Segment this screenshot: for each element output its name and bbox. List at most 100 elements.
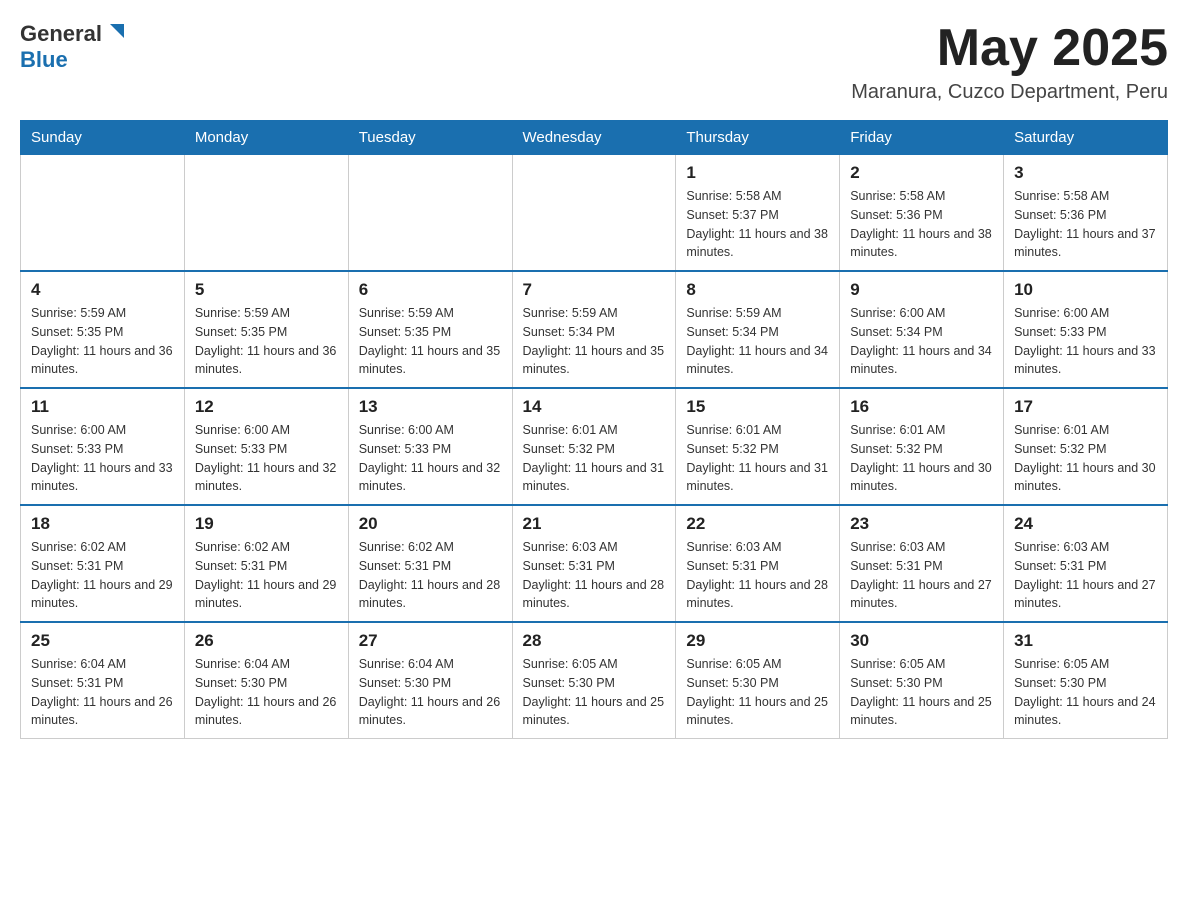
calendar-week-row: 25Sunrise: 6:04 AM Sunset: 5:31 PM Dayli… bbox=[21, 622, 1168, 739]
calendar-cell: 19Sunrise: 6:02 AM Sunset: 5:31 PM Dayli… bbox=[184, 505, 348, 622]
day-number: 16 bbox=[850, 397, 993, 417]
calendar-cell: 9 Sunrise: 6:00 AM Sunset: 5:34 PM Daylig… bbox=[840, 271, 1004, 388]
calendar-cell: 5 Sunrise: 5:59 AM Sunset: 5:35 PM Daylig… bbox=[184, 271, 348, 388]
month-year-title: May 2025 bbox=[851, 20, 1168, 77]
calendar-cell: 4Sunrise: 5:59 AM Sunset: 5:35 PM Daylig… bbox=[21, 271, 185, 388]
day-info: Sunrise: 5:59 AM Sunset: 5:34 PM Dayligh… bbox=[686, 304, 829, 379]
day-number: 30 bbox=[850, 631, 993, 651]
calendar-cell: 13 Sunrise: 6:00 AM Sunset: 5:33 PM Dayli… bbox=[348, 388, 512, 505]
day-info: Sunrise: 6:00 AM Sunset: 5:34 PM Dayligh… bbox=[850, 304, 993, 379]
logo-blue: Blue bbox=[20, 47, 128, 73]
day-number: 2 bbox=[850, 163, 993, 183]
calendar-cell: 11 Sunrise: 6:00 AM Sunset: 5:33 PM Dayli… bbox=[21, 388, 185, 505]
weekday-header-sunday: Sunday bbox=[21, 121, 185, 155]
location-subtitle: Maranura, Cuzco Department, Peru bbox=[851, 81, 1168, 104]
calendar-cell: 22Sunrise: 6:03 AM Sunset: 5:31 PM Dayli… bbox=[676, 505, 840, 622]
day-number: 14 bbox=[523, 397, 666, 417]
day-number: 13 bbox=[359, 397, 502, 417]
day-number: 23 bbox=[850, 514, 993, 534]
calendar-week-row: 4Sunrise: 5:59 AM Sunset: 5:35 PM Daylig… bbox=[21, 271, 1168, 388]
day-number: 17 bbox=[1014, 397, 1157, 417]
day-number: 26 bbox=[195, 631, 338, 651]
calendar-week-row: 11 Sunrise: 6:00 AM Sunset: 5:33 PM Dayli… bbox=[21, 388, 1168, 505]
day-number: 3 bbox=[1014, 163, 1157, 183]
day-info: Sunrise: 5:58 AM Sunset: 5:36 PM Dayligh… bbox=[1014, 187, 1157, 262]
calendar-cell: 31 Sunrise: 6:05 AM Sunset: 5:30 PM Dayli… bbox=[1004, 622, 1168, 739]
day-number: 18 bbox=[31, 514, 174, 534]
day-number: 11 bbox=[31, 397, 174, 417]
calendar-cell: 1 Sunrise: 5:58 AM Sunset: 5:37 PM Daylig… bbox=[676, 155, 840, 272]
day-info: Sunrise: 5:59 AM Sunset: 5:35 PM Dayligh… bbox=[31, 304, 174, 379]
calendar-cell bbox=[512, 155, 676, 272]
day-info: Sunrise: 5:59 AM Sunset: 5:35 PM Dayligh… bbox=[195, 304, 338, 379]
calendar-cell: 8 Sunrise: 5:59 AM Sunset: 5:34 PM Daylig… bbox=[676, 271, 840, 388]
weekday-header-row: SundayMondayTuesdayWednesdayThursdayFrid… bbox=[21, 121, 1168, 155]
calendar-cell: 2 Sunrise: 5:58 AM Sunset: 5:36 PM Daylig… bbox=[840, 155, 1004, 272]
day-number: 27 bbox=[359, 631, 502, 651]
calendar-cell: 30 Sunrise: 6:05 AM Sunset: 5:30 PM Dayli… bbox=[840, 622, 1004, 739]
day-info: Sunrise: 6:05 AM Sunset: 5:30 PM Dayligh… bbox=[1014, 655, 1157, 730]
day-info: Sunrise: 6:04 AM Sunset: 5:31 PM Dayligh… bbox=[31, 655, 174, 730]
calendar-cell: 17 Sunrise: 6:01 AM Sunset: 5:32 PM Dayli… bbox=[1004, 388, 1168, 505]
day-number: 29 bbox=[686, 631, 829, 651]
day-number: 7 bbox=[523, 280, 666, 300]
day-number: 31 bbox=[1014, 631, 1157, 651]
calendar-cell: 28 Sunrise: 6:05 AM Sunset: 5:30 PM Dayli… bbox=[512, 622, 676, 739]
day-info: Sunrise: 6:02 AM Sunset: 5:31 PM Dayligh… bbox=[359, 538, 502, 613]
weekday-header-friday: Friday bbox=[840, 121, 1004, 155]
calendar-cell: 27 Sunrise: 6:04 AM Sunset: 5:30 PM Dayli… bbox=[348, 622, 512, 739]
day-info: Sunrise: 5:58 AM Sunset: 5:36 PM Dayligh… bbox=[850, 187, 993, 262]
calendar-cell: 23 Sunrise: 6:03 AM Sunset: 5:31 PM Dayli… bbox=[840, 505, 1004, 622]
logo-general: General bbox=[20, 21, 102, 47]
weekday-header-thursday: Thursday bbox=[676, 121, 840, 155]
day-info: Sunrise: 6:00 AM Sunset: 5:33 PM Dayligh… bbox=[31, 421, 174, 496]
day-number: 12 bbox=[195, 397, 338, 417]
calendar-cell: 29Sunrise: 6:05 AM Sunset: 5:30 PM Dayli… bbox=[676, 622, 840, 739]
day-number: 10 bbox=[1014, 280, 1157, 300]
day-info: Sunrise: 6:01 AM Sunset: 5:32 PM Dayligh… bbox=[1014, 421, 1157, 496]
day-info: Sunrise: 6:04 AM Sunset: 5:30 PM Dayligh… bbox=[359, 655, 502, 730]
calendar-table: SundayMondayTuesdayWednesdayThursdayFrid… bbox=[20, 120, 1168, 739]
calendar-cell bbox=[348, 155, 512, 272]
calendar-cell: 3 Sunrise: 5:58 AM Sunset: 5:36 PM Daylig… bbox=[1004, 155, 1168, 272]
calendar-cell: 20Sunrise: 6:02 AM Sunset: 5:31 PM Dayli… bbox=[348, 505, 512, 622]
day-info: Sunrise: 6:01 AM Sunset: 5:32 PM Dayligh… bbox=[523, 421, 666, 496]
weekday-header-monday: Monday bbox=[184, 121, 348, 155]
day-number: 28 bbox=[523, 631, 666, 651]
day-info: Sunrise: 5:59 AM Sunset: 5:35 PM Dayligh… bbox=[359, 304, 502, 379]
weekday-header-tuesday: Tuesday bbox=[348, 121, 512, 155]
calendar-cell: 15Sunrise: 6:01 AM Sunset: 5:32 PM Dayli… bbox=[676, 388, 840, 505]
calendar-cell: 16Sunrise: 6:01 AM Sunset: 5:32 PM Dayli… bbox=[840, 388, 1004, 505]
day-info: Sunrise: 6:05 AM Sunset: 5:30 PM Dayligh… bbox=[850, 655, 993, 730]
weekday-header-wednesday: Wednesday bbox=[512, 121, 676, 155]
day-info: Sunrise: 5:59 AM Sunset: 5:34 PM Dayligh… bbox=[523, 304, 666, 379]
day-number: 22 bbox=[686, 514, 829, 534]
calendar-week-row: 18 Sunrise: 6:02 AM Sunset: 5:31 PM Dayli… bbox=[21, 505, 1168, 622]
day-number: 24 bbox=[1014, 514, 1157, 534]
calendar-cell: 6 Sunrise: 5:59 AM Sunset: 5:35 PM Daylig… bbox=[348, 271, 512, 388]
calendar-cell: 26Sunrise: 6:04 AM Sunset: 5:30 PM Dayli… bbox=[184, 622, 348, 739]
day-number: 8 bbox=[686, 280, 829, 300]
day-number: 19 bbox=[195, 514, 338, 534]
day-info: Sunrise: 6:00 AM Sunset: 5:33 PM Dayligh… bbox=[359, 421, 502, 496]
day-info: Sunrise: 6:03 AM Sunset: 5:31 PM Dayligh… bbox=[850, 538, 993, 613]
calendar-cell: 21 Sunrise: 6:03 AM Sunset: 5:31 PM Dayli… bbox=[512, 505, 676, 622]
calendar-cell bbox=[21, 155, 185, 272]
day-info: Sunrise: 6:05 AM Sunset: 5:30 PM Dayligh… bbox=[523, 655, 666, 730]
calendar-cell bbox=[184, 155, 348, 272]
day-number: 9 bbox=[850, 280, 993, 300]
calendar-cell: 24Sunrise: 6:03 AM Sunset: 5:31 PM Dayli… bbox=[1004, 505, 1168, 622]
day-number: 5 bbox=[195, 280, 338, 300]
calendar-cell: 18Sunrise: 6:02 AM Sunset: 5:31 PM Dayli… bbox=[21, 505, 185, 622]
day-number: 6 bbox=[359, 280, 502, 300]
day-info: Sunrise: 5:58 AM Sunset: 5:37 PM Dayligh… bbox=[686, 187, 829, 262]
page-header: General Blue May 2025 Maranura, Cuzco De… bbox=[20, 20, 1168, 104]
day-number: 1 bbox=[686, 163, 829, 183]
day-number: 21 bbox=[523, 514, 666, 534]
day-info: Sunrise: 6:03 AM Sunset: 5:31 PM Dayligh… bbox=[523, 538, 666, 613]
weekday-header-saturday: Saturday bbox=[1004, 121, 1168, 155]
day-info: Sunrise: 6:00 AM Sunset: 5:33 PM Dayligh… bbox=[1014, 304, 1157, 379]
calendar-week-row: 1 Sunrise: 5:58 AM Sunset: 5:37 PM Daylig… bbox=[21, 155, 1168, 272]
calendar-cell: 12Sunrise: 6:00 AM Sunset: 5:33 PM Dayli… bbox=[184, 388, 348, 505]
calendar-cell: 14 Sunrise: 6:01 AM Sunset: 5:32 PM Dayli… bbox=[512, 388, 676, 505]
